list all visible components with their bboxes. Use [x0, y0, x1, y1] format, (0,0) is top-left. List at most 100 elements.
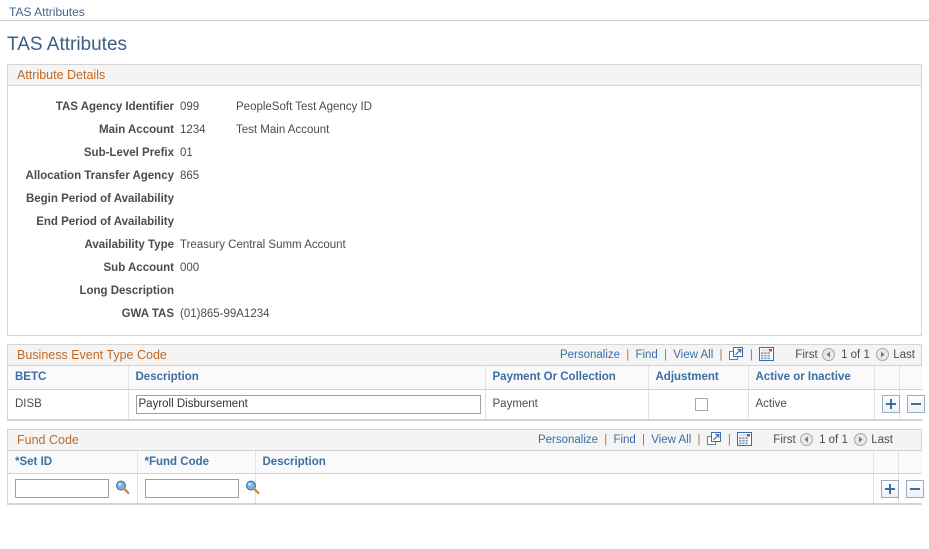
fund-code-view-all-link[interactable]: View All — [651, 434, 691, 446]
column-header-active-or-inactive[interactable]: Active or Inactive — [748, 366, 875, 390]
betc-first-link[interactable]: First — [795, 349, 817, 361]
betc-page-indicator: 1 of 1 — [841, 349, 870, 361]
adjustment-checkbox[interactable] — [695, 397, 708, 411]
breadcrumb-link-tas-attributes[interactable]: TAS Attributes — [9, 5, 85, 19]
field-label-tas-agency-identifier: TAS Agency Identifier — [55, 100, 174, 113]
page-title: TAS Attributes — [7, 34, 128, 55]
column-header-delete-spacer — [899, 366, 923, 390]
fund-code-last-link[interactable]: Last — [871, 434, 893, 446]
cell-betc: DISB — [8, 389, 129, 420]
field-row: Allocation Transfer Agency 865 — [8, 164, 921, 187]
betc-description-input[interactable] — [135, 394, 481, 414]
toolbar-separator: | — [626, 349, 630, 361]
betc-personalize-link[interactable]: Personalize — [560, 349, 620, 361]
delete-row-button[interactable] — [905, 479, 924, 498]
field-row: Availability Type Treasury Central Summ … — [8, 233, 921, 256]
fund-code-pagination: First 1 of 1 Last — [755, 430, 893, 454]
column-header-payment-or-collection[interactable]: Payment Or Collection — [485, 366, 649, 390]
column-header-description[interactable]: Description — [128, 366, 486, 390]
field-row: GWA TAS (01)865-99A1234 — [8, 302, 921, 325]
cell-set-id — [8, 473, 138, 504]
attribute-details-section: Attribute Details TAS Agency Identifier … — [7, 64, 922, 336]
betc-last-link[interactable]: Last — [893, 349, 915, 361]
add-row-button[interactable] — [881, 395, 900, 413]
toolbar-separator: | — [697, 433, 701, 446]
fund-code-header-row: *Set ID *Fund Code Description — [8, 450, 922, 474]
field-label-availability-type: Availability Type — [84, 238, 174, 251]
fund-code-personalize-link[interactable]: Personalize — [538, 434, 598, 446]
fund-code-section: Fund Code Personalize | Find | View All … — [7, 428, 924, 505]
field-value-allocation-transfer-agency: 865 — [180, 169, 200, 182]
field-label-long-description: Long Description — [79, 284, 174, 297]
field-value-gwa-tas: (01)865-99A1234 — [180, 307, 270, 320]
expand-grid-icon[interactable] — [706, 431, 722, 454]
attribute-details-header: Attribute Details — [8, 65, 921, 86]
field-row: Sub-Level Prefix 01 — [8, 141, 921, 164]
cell-description — [255, 473, 874, 504]
toolbar-separator: | — [664, 349, 668, 361]
field-description-main-account: Test Main Account — [236, 123, 330, 136]
betc-pagination: First 1 of 1 Last — [777, 345, 915, 369]
set-id-input[interactable] — [15, 479, 109, 498]
table-row — [8, 473, 924, 504]
field-label-allocation-transfer-agency: Allocation Transfer Agency — [25, 169, 174, 182]
fund-code-grid-toolbar: Personalize | Find | View All | | First … — [538, 430, 893, 451]
betc-view-all-link[interactable]: View All — [673, 349, 713, 361]
cell-adjustment — [648, 389, 749, 420]
toolbar-separator: | — [604, 433, 608, 446]
field-value-tas-agency-identifier: 099 — [180, 100, 200, 113]
download-spreadsheet-icon[interactable] — [737, 431, 753, 454]
field-row: TAS Agency Identifier 099 PeopleSoft Tes… — [8, 95, 921, 118]
cell-delete-row — [898, 473, 924, 504]
attribute-details-title: Attribute Details — [17, 68, 106, 82]
field-value-sub-level-prefix: 01 — [180, 146, 193, 159]
field-row: Long Description — [8, 279, 921, 302]
column-header-set-id[interactable]: *Set ID — [8, 450, 138, 474]
fund-code-page-indicator: 1 of 1 — [819, 433, 848, 446]
betc-find-link[interactable]: Find — [635, 349, 657, 361]
fund-code-find-link[interactable]: Find — [613, 434, 635, 446]
download-spreadsheet-icon[interactable] — [759, 347, 775, 369]
field-label-begin-period-of-availability: Begin Period of Availability — [25, 192, 174, 205]
field-row: Main Account 1234 Test Main Account — [8, 118, 921, 141]
cell-active-or-inactive: Active — [748, 389, 875, 420]
betc-grid: BETC Description Payment Or Collection A… — [8, 366, 925, 420]
field-value-availability-type: Treasury Central Summ Account — [180, 238, 346, 251]
toolbar-separator: | — [719, 349, 723, 361]
cell-description — [128, 389, 486, 420]
field-description-tas-agency-identifier: PeopleSoft Test Agency ID — [236, 100, 372, 113]
betc-header-row: BETC Description Payment Or Collection A… — [8, 366, 923, 390]
field-value-sub-account: 000 — [180, 261, 200, 274]
previous-arrow-icon[interactable] — [821, 348, 835, 369]
table-row: DISB Payment Active — [8, 389, 925, 420]
next-arrow-icon[interactable] — [876, 348, 890, 369]
field-row: End Period of Availability — [8, 210, 921, 233]
business-event-type-code-section: Business Event Type Code Personalize | F… — [7, 344, 925, 421]
fund-code-input[interactable] — [144, 479, 239, 498]
cell-add-row — [874, 389, 900, 420]
field-label-sub-level-prefix: Sub-Level Prefix — [83, 146, 174, 159]
column-header-add-spacer — [874, 366, 900, 390]
lookup-search-icon[interactable] — [115, 480, 130, 498]
column-header-description[interactable]: Description — [255, 450, 874, 474]
fund-code-first-link[interactable]: First — [773, 434, 795, 446]
column-header-adjustment[interactable]: Adjustment — [648, 366, 749, 390]
field-row: Begin Period of Availability — [8, 187, 921, 210]
field-row: Sub Account 000 — [8, 256, 921, 279]
next-arrow-icon[interactable] — [854, 432, 868, 454]
column-header-betc[interactable]: BETC — [8, 366, 129, 390]
cell-delete-row — [899, 389, 925, 420]
expand-grid-icon[interactable] — [728, 347, 744, 369]
add-row-button[interactable] — [880, 479, 899, 498]
column-header-fund-code[interactable]: *Fund Code — [137, 450, 256, 474]
cell-payment-or-collection: Payment — [485, 389, 649, 420]
fund-code-grid: *Set ID *Fund Code Description — [8, 450, 924, 504]
lookup-search-icon[interactable] — [245, 480, 260, 498]
field-label-main-account: Main Account — [99, 123, 174, 136]
cell-add-row — [873, 473, 899, 504]
column-header-add-spacer — [873, 450, 899, 474]
delete-row-button[interactable] — [906, 395, 925, 413]
toolbar-separator: | — [642, 433, 646, 446]
previous-arrow-icon[interactable] — [799, 432, 813, 454]
breadcrumb: TAS Attributes — [0, 0, 929, 21]
